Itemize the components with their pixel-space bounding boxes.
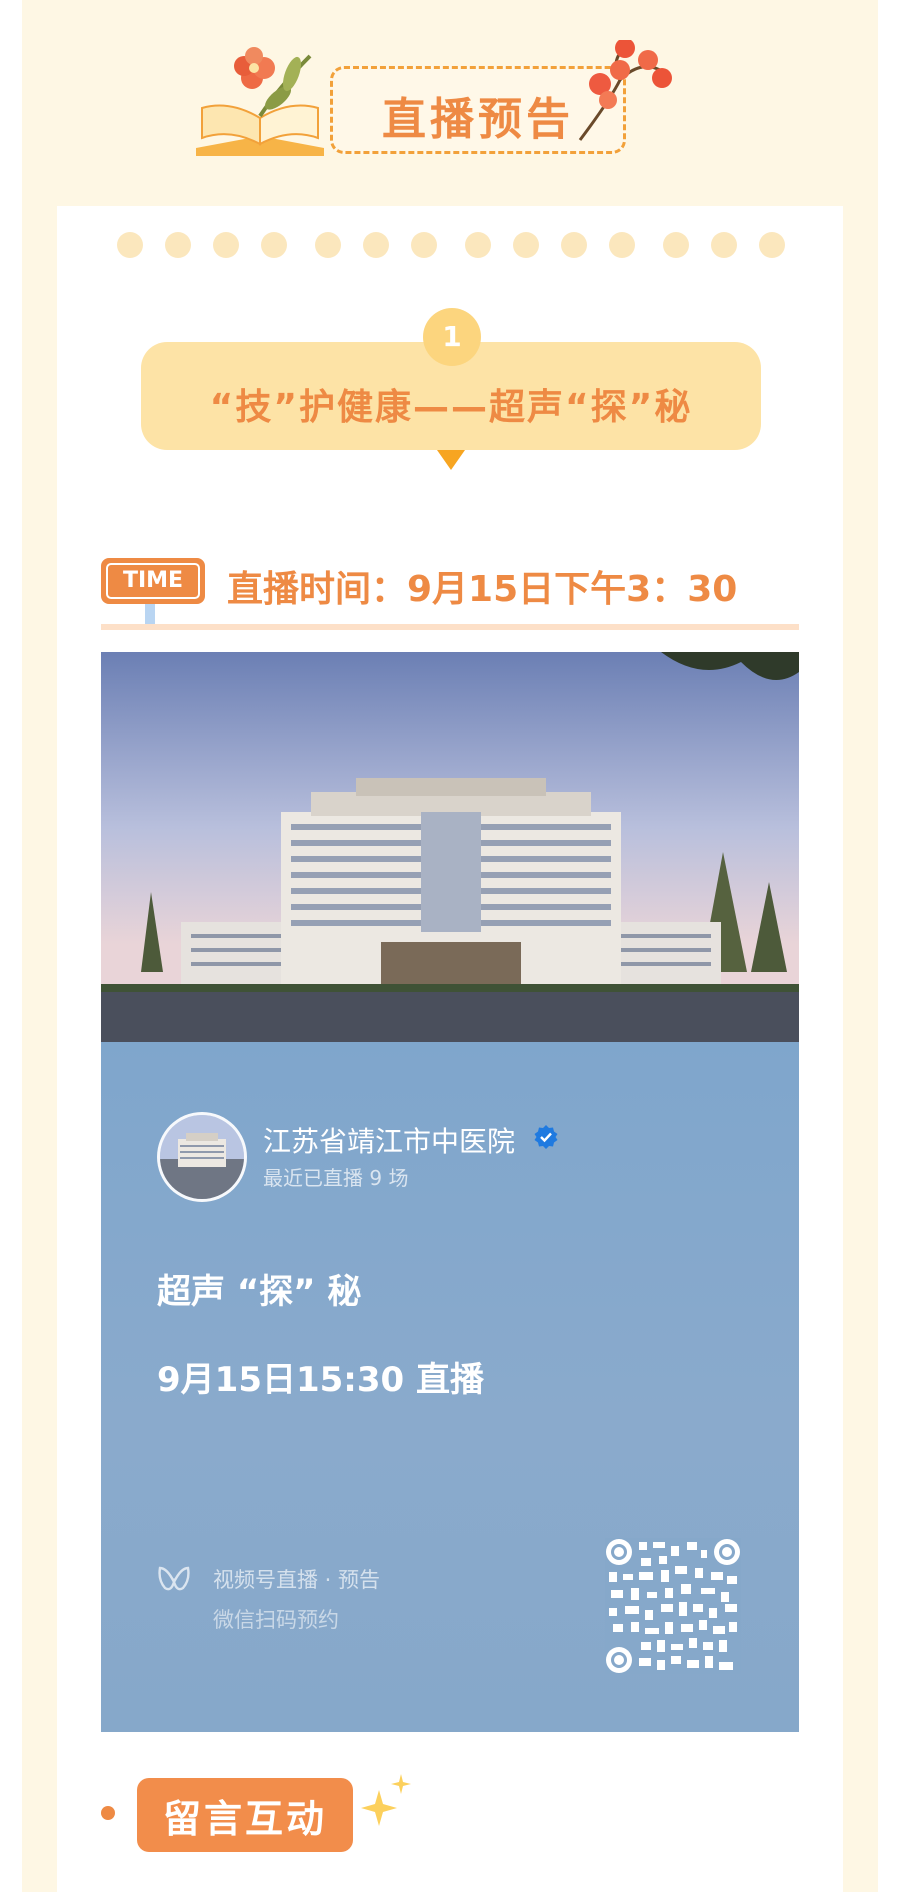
- dot: [117, 232, 143, 258]
- verified-badge-icon: [534, 1125, 558, 1149]
- qr-code-icon[interactable]: [605, 1538, 741, 1674]
- topic-number-badge: 1: [423, 308, 481, 366]
- dot: [315, 232, 341, 258]
- dot: [711, 232, 737, 258]
- comment-interaction-button[interactable]: 留言互动: [137, 1778, 353, 1852]
- avatar: [157, 1112, 247, 1202]
- dot: [411, 232, 437, 258]
- live-preview-poster: 江苏省靖江市中医院 最近已直播 9 场 超声 “探” 秘 9月15日15:30 …: [101, 652, 799, 1732]
- divider: [101, 624, 799, 630]
- live-time: 9月15日15:30 直播: [157, 1360, 485, 1400]
- schedule-text: 直播时间：9月15日下午3：30: [227, 569, 738, 610]
- header-banner: 直播预告: [190, 40, 672, 160]
- time-tag: TIME: [101, 558, 205, 604]
- dot: [663, 232, 689, 258]
- channels-label: 视频号直播 · 预告: [213, 1568, 381, 1592]
- hospital-avatar-image: [160, 1115, 244, 1199]
- decorative-dots: [117, 232, 797, 260]
- live-title: 超声 “探” 秘: [157, 1272, 362, 1312]
- dot: [261, 232, 287, 258]
- dot: [465, 232, 491, 258]
- comment-bullet: [101, 1806, 115, 1820]
- time-tag-label: TIME: [106, 563, 200, 599]
- topic-title: “技”护健康——超声“探”秘: [209, 387, 693, 428]
- account-name: 江苏省靖江市中医院: [263, 1125, 516, 1158]
- account-live-count: 最近已直播 9 场: [263, 1166, 409, 1190]
- flower-left-icon: [234, 47, 312, 118]
- page-border-left: [0, 0, 22, 1892]
- schedule-row: TIME 直播时间：9月15日下午3：30: [101, 550, 801, 630]
- dot: [165, 232, 191, 258]
- hospital-building-image: [101, 652, 799, 1042]
- page-border-right: [878, 0, 900, 1892]
- berry-branch-icon: [578, 40, 672, 141]
- dot: [759, 232, 785, 258]
- content-card: 1 “技”护健康——超声“探”秘 TIME 直播时间：9月15日下午3：30 江…: [57, 206, 843, 1892]
- channels-scan-hint: 微信扫码预约: [213, 1608, 339, 1632]
- page: 直播预告 1 “技”护健康——超声“探”秘 TIME 直播时间：9月15日下午3…: [0, 0, 900, 1892]
- dot: [513, 232, 539, 258]
- dot: [213, 232, 239, 258]
- topic-pointer: [437, 450, 465, 470]
- dot: [561, 232, 587, 258]
- dot: [363, 232, 389, 258]
- dot: [609, 232, 635, 258]
- poster-info-panel: 江苏省靖江市中医院 最近已直播 9 场 超声 “探” 秘 9月15日15:30 …: [101, 1042, 799, 1732]
- wechat-channels-icon: [158, 1566, 190, 1591]
- sparkle-icon: [361, 1774, 411, 1826]
